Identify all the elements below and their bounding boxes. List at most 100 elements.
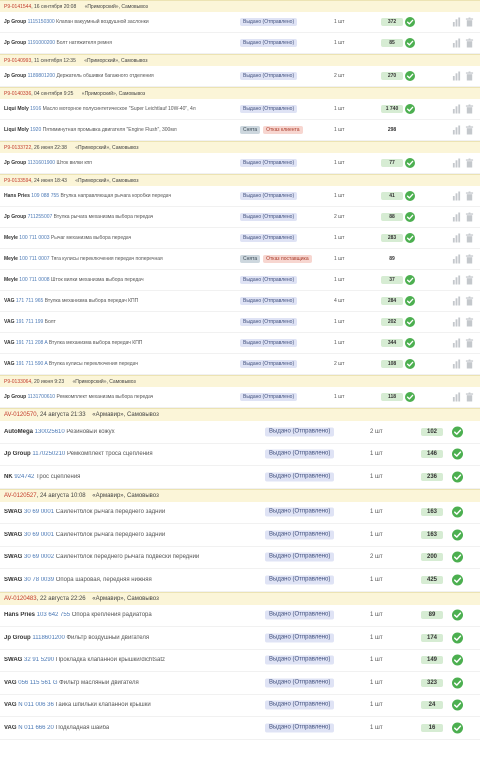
bar-chart-icon[interactable] (452, 296, 461, 306)
bar-chart-icon[interactable] (452, 71, 461, 81)
trash-icon[interactable] (465, 233, 474, 243)
status-badge: Выдано (Отправлено) (265, 530, 335, 540)
item-article-link[interactable]: 191 711 590 A (16, 361, 48, 367)
item-sum: 24 (421, 701, 443, 710)
item-status: Выдано (Отправлено) (265, 655, 335, 665)
order-date: 24 июня 18:43 (34, 178, 67, 184)
status-badge: Выдано (Отправлено) (265, 507, 335, 517)
item-article-link[interactable]: 100 711 0007 (19, 256, 49, 262)
order-item-row: Jp Group 1118601200 Фильтр воздушный дви… (0, 627, 480, 650)
trash-icon[interactable] (465, 296, 474, 306)
item-article-link[interactable]: 30 78 0039 (24, 577, 54, 583)
row-tools (452, 254, 474, 264)
order-number[interactable]: P9-0140336 (4, 91, 31, 97)
item-status: Выдано (Отправлено) (265, 575, 335, 585)
trash-icon[interactable] (465, 254, 474, 264)
trash-icon[interactable] (465, 275, 474, 285)
trash-icon[interactable] (465, 392, 474, 402)
item-article-link[interactable]: 1131700610 (28, 394, 55, 400)
item-article-link[interactable]: 1189801200 (28, 73, 55, 79)
item-article-link[interactable]: 191 711 199 (16, 319, 43, 325)
item-article-link[interactable]: 1118601200 (32, 635, 64, 641)
item-article-link[interactable]: N 011 006 36 (18, 702, 54, 708)
trash-icon[interactable] (465, 104, 474, 114)
order-number[interactable]: P9-0140993 (4, 58, 31, 64)
order-number[interactable]: P9-0133064 (4, 379, 31, 385)
status-reason-badge: Отказ поставщика (263, 255, 312, 263)
trash-icon[interactable] (465, 317, 474, 327)
trash-icon[interactable] (465, 191, 474, 201)
item-article-link[interactable]: 130025610 (35, 429, 65, 435)
bar-chart-icon[interactable] (452, 38, 461, 48)
item-quantity: 4 шт (334, 298, 345, 304)
item-article-link[interactable]: 109 088 755 (31, 193, 59, 199)
bar-chart-icon[interactable] (452, 191, 461, 201)
order-item-row: Jp Group 1170250210 Ремкомплект троса сц… (0, 444, 480, 466)
item-article-link[interactable]: 30 69 0001 (24, 532, 54, 538)
bar-chart-icon[interactable] (452, 104, 461, 114)
order-number[interactable]: AV-0120483 (4, 596, 37, 602)
trash-icon[interactable] (465, 38, 474, 48)
order-number[interactable]: P9-0141544 (4, 4, 31, 10)
trash-icon[interactable] (465, 338, 474, 348)
item-article-link[interactable]: 171 711 965 (16, 298, 43, 304)
item-article-link[interactable]: 32 91 5290 (24, 657, 54, 663)
order-number[interactable]: P9-0133594 (4, 178, 31, 184)
item-article-link[interactable]: 191 711 208 A (16, 340, 48, 346)
item-article-link[interactable]: 30 69 0002 (24, 554, 54, 560)
order-group-header: P9-0133064, 20 июня 9:23 «Приморский», С… (0, 375, 480, 387)
item-article-link[interactable]: 1191000200 (28, 40, 55, 46)
bar-chart-icon[interactable] (452, 158, 461, 168)
bar-chart-icon[interactable] (452, 275, 461, 285)
item-article-link[interactable]: 1170250210 (32, 451, 65, 457)
order-number[interactable]: AV-0120570 (4, 412, 37, 418)
item-article-link[interactable]: 103 642 755 (37, 612, 70, 618)
item-name: SWAG 30 69 0001 Сайлентблок рычага перед… (4, 532, 165, 538)
order-item-row: Liqui Moly 1920 Пятиминутная промывка дв… (0, 120, 480, 141)
order-number[interactable]: AV-0120527 (4, 493, 37, 499)
trash-icon[interactable] (465, 125, 474, 135)
item-quantity: 2 шт (370, 428, 383, 435)
item-brand: VAG (4, 298, 15, 304)
order-item-row: AutoMega 130025610 Резиновый кожух Выдано… (0, 421, 480, 444)
item-brand: Jp Group (4, 160, 27, 166)
item-article-link[interactable]: 1115150300 (28, 19, 55, 25)
bar-chart-icon[interactable] (452, 233, 461, 243)
order-number[interactable]: P9-0133722 (4, 145, 31, 151)
item-quantity: 1 шт (370, 576, 383, 583)
item-article-link[interactable]: 1920 (30, 127, 41, 133)
item-article-link[interactable]: 1916 (30, 106, 41, 112)
item-article-link[interactable]: 1131601900 (28, 160, 55, 166)
trash-icon[interactable] (465, 158, 474, 168)
bar-chart-icon[interactable] (452, 338, 461, 348)
bar-chart-icon[interactable] (452, 317, 461, 327)
item-article-link[interactable]: 30 69 0001 (24, 509, 54, 515)
item-quantity: 1 шт (370, 612, 383, 619)
bar-chart-icon[interactable] (452, 254, 461, 264)
bar-chart-icon[interactable] (452, 359, 461, 369)
trash-icon[interactable] (465, 17, 474, 27)
item-article-link[interactable]: 100 711 0008 (19, 277, 49, 283)
trash-icon[interactable] (465, 71, 474, 81)
trash-icon[interactable] (465, 212, 474, 222)
bar-chart-icon[interactable] (452, 392, 461, 402)
item-brand: VAG (4, 679, 17, 686)
item-article-link[interactable]: 924742 (14, 474, 34, 480)
bar-chart-icon[interactable] (452, 212, 461, 222)
item-brand: Jp Group (4, 451, 31, 458)
check-circle-icon (405, 317, 415, 327)
item-quantity: 1 шт (370, 473, 383, 480)
row-tools (452, 191, 474, 201)
item-description: Опора шаровая, передняя нижняя (55, 576, 152, 583)
order-item-row: Jp Group 1115150300 Клапан вакуумный воз… (0, 12, 480, 33)
order-item-row: VAG 056 115 561 G Фильтр масляный двигат… (0, 672, 480, 695)
item-article-link[interactable]: 056 115 561 G (18, 680, 57, 686)
item-name: Liqui Moly 1920 Пятиминутная промывка дв… (4, 127, 177, 133)
item-article-link[interactable]: 100 711 0003 (19, 235, 49, 241)
item-article-link[interactable]: 711255007 (28, 214, 53, 220)
bar-chart-icon[interactable] (452, 17, 461, 27)
bar-chart-icon[interactable] (452, 125, 461, 135)
item-name: Jp Group 1118601200 Фильтр воздушный дви… (4, 635, 149, 641)
item-article-link[interactable]: N 011 666 20 (18, 725, 54, 731)
trash-icon[interactable] (465, 359, 474, 369)
